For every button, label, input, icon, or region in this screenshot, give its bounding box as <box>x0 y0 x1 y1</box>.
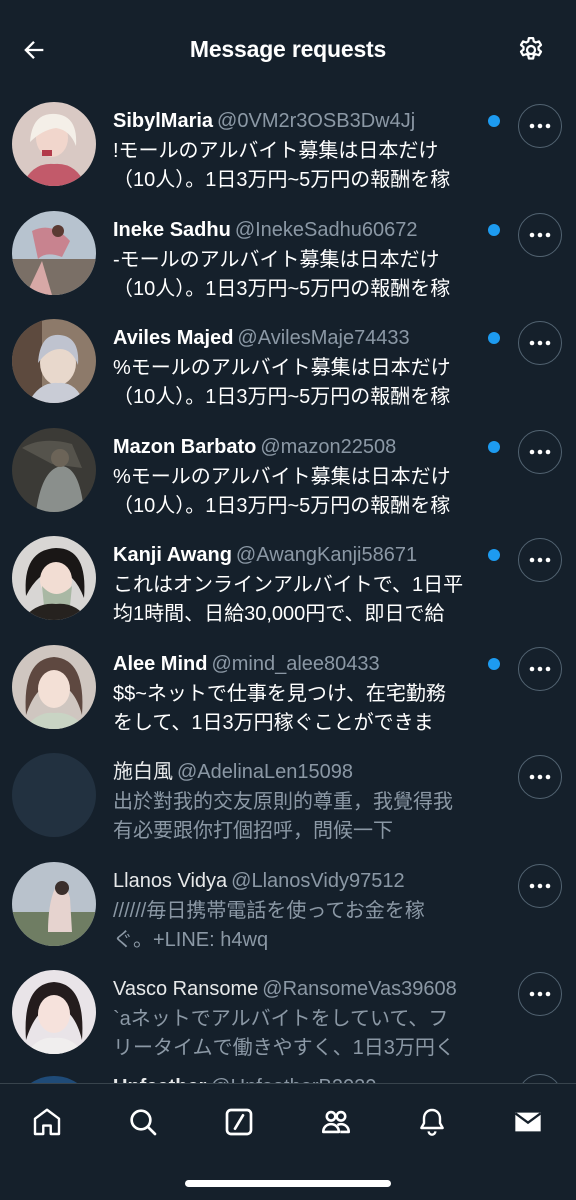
message-request-item[interactable]: Alee Mind @mind_alee80433 $$~ネットで仕事を見つけ、在… <box>0 633 576 742</box>
tab-notifications[interactable] <box>408 1098 456 1146</box>
more-dots-icon <box>529 991 551 997</box>
message-preview: `aネットでアルバイトをしていて、フ リータイムで働きやすく、1日3万円く <box>113 1008 455 1059</box>
unread-dot <box>488 115 500 127</box>
avatar[interactable] <box>12 644 96 729</box>
unread-dot <box>488 549 500 561</box>
settings-button[interactable] <box>511 30 551 70</box>
sender-handle: @RansomeVas39608 <box>262 978 457 1000</box>
spaces-icon <box>225 1108 253 1136</box>
message-request-item[interactable]: Kanji Awang @AwangKanji58671 これはオンラインアルバイ… <box>0 524 576 633</box>
sender-handle: @InekeSadhu60672 <box>234 218 418 241</box>
more-dots-icon <box>529 340 551 346</box>
more-options-button[interactable] <box>518 863 562 908</box>
more-dots-icon <box>529 449 551 454</box>
sender-handle: @AdelinaLen15098 <box>177 761 354 783</box>
avatar[interactable] <box>12 210 96 295</box>
home-indicator <box>185 1180 391 1187</box>
sender-name: SibylMaria <box>113 110 214 132</box>
tab-messages[interactable] <box>504 1098 552 1146</box>
sender-name: Llanos Vidya <box>113 869 228 892</box>
more-dots-icon <box>529 883 551 888</box>
top-bar: Message requests <box>0 0 576 100</box>
message-preview: //////毎日携帯電話を使ってお金を稼 ぐ。+LINE: h4wq <box>113 899 425 951</box>
more-dots-icon <box>529 774 551 780</box>
more-options-button[interactable] <box>518 972 562 1016</box>
unread-dot <box>488 440 500 453</box>
avatar[interactable] <box>12 427 96 512</box>
sender-name: Kanji Awang <box>113 544 232 566</box>
avatar[interactable] <box>12 753 96 837</box>
bottom-tab-bar <box>0 1083 576 1200</box>
home-icon <box>33 1108 61 1136</box>
unread-dot <box>488 332 500 344</box>
more-options-button[interactable] <box>518 755 562 799</box>
message-preview: !モールのアルバイト募集は日本だけ （10人）。1日3万円~5万円の報酬を稼 <box>113 140 451 191</box>
search-icon <box>130 1109 157 1136</box>
communities-icon <box>321 1110 351 1134</box>
page-title: Message requests <box>189 36 387 62</box>
notifications-bell-icon <box>420 1108 444 1136</box>
message-preview: 出於對我的交友原則的尊重，我覺得我 有必要跟你打個招呼，問候一下 <box>113 791 453 842</box>
avatar[interactable] <box>12 102 96 186</box>
avatar[interactable] <box>12 861 96 946</box>
message-request-item[interactable]: 施白風 @AdelinaLen15098 出於對我的交友原則的尊重，我覺得我 有必要… <box>0 741 576 850</box>
sender-handle: @mazon22508 <box>260 435 397 458</box>
tab-search[interactable] <box>119 1098 167 1146</box>
gear-icon <box>519 37 543 60</box>
sender-handle: @AwangKanji58671 <box>235 544 418 566</box>
message-preview: %モールのアルバイト募集は日本だけ （10人）。1日3万円~5万円の報酬を稼 <box>113 357 451 408</box>
avatar[interactable] <box>12 319 96 403</box>
unread-dot <box>488 223 500 236</box>
sender-name: Mazon Barbato <box>113 435 257 458</box>
more-dots-icon <box>529 232 551 237</box>
sender-name: Ineke Sadhu <box>113 218 231 241</box>
more-options-button[interactable] <box>518 212 562 257</box>
more-options-button[interactable] <box>518 429 562 474</box>
more-options-button[interactable] <box>518 321 562 365</box>
unread-dot <box>488 657 500 670</box>
message-request-item[interactable]: Vasco Ransome @RansomeVas39608 `aネットでアルバイ… <box>0 958 576 1067</box>
sender-name: Alee Mind <box>113 652 208 675</box>
more-dots-icon <box>529 557 551 563</box>
more-options-button[interactable] <box>518 646 562 691</box>
more-dots-icon <box>529 123 551 129</box>
message-preview: $$~ネットで仕事を見つけ、在宅勤務 をして、1日3万円稼ぐことができま <box>113 682 446 734</box>
message-request-item[interactable]: SibylMaria @0VM2r3OSB3Dw4Jj !モールのアルバイト募集は… <box>0 90 576 199</box>
tab-home[interactable] <box>23 1098 71 1146</box>
more-options-button[interactable] <box>518 538 562 582</box>
message-preview: これはオンラインアルバイトで、1日平 均1時間、日給30,000円で、即日で給 <box>113 574 464 625</box>
message-preview: %モールのアルバイト募集は日本だけ （10人）。1日3万円~5万円の報酬を稼 <box>113 465 451 517</box>
avatar[interactable] <box>12 536 96 620</box>
message-request-list: SibylMaria @0VM2r3OSB3Dw4Jj !モールのアルバイト募集は… <box>0 90 576 1067</box>
more-dots-icon <box>529 666 551 671</box>
sender-handle: @mind_alee80433 <box>211 652 380 675</box>
tab-spaces[interactable] <box>215 1098 263 1146</box>
tab-communities[interactable] <box>312 1098 360 1146</box>
sender-name: Vasco Ransome <box>113 978 259 1000</box>
message-request-item[interactable]: Mazon Barbato @mazon22508 %モールのアルバイト募集は日本… <box>0 416 576 525</box>
message-request-item[interactable]: Ineke Sadhu @InekeSadhu60672 -モールのアルバイト募集… <box>0 199 576 308</box>
messages-envelope-icon <box>514 1112 542 1132</box>
sender-handle: @0VM2r3OSB3Dw4Jj <box>217 110 416 132</box>
avatar[interactable] <box>12 970 96 1054</box>
more-options-button[interactable] <box>518 104 562 148</box>
sender-handle: @AvilesMaje74433 <box>237 327 410 349</box>
sender-name: 施白風 <box>113 761 173 783</box>
message-preview: -モールのアルバイト募集は日本だけ （10人）。1日3万円~5万円の報酬を稼 <box>113 248 451 300</box>
sender-name: Aviles Majed <box>113 327 234 349</box>
sender-handle: @LlanosVidy97512 <box>231 869 405 892</box>
message-request-item[interactable]: Llanos Vidya @LlanosVidy97512 //////毎日携帯電… <box>0 850 576 959</box>
message-request-item[interactable]: Aviles Majed @AvilesMaje74433 %モールのアルバイト募… <box>0 307 576 416</box>
